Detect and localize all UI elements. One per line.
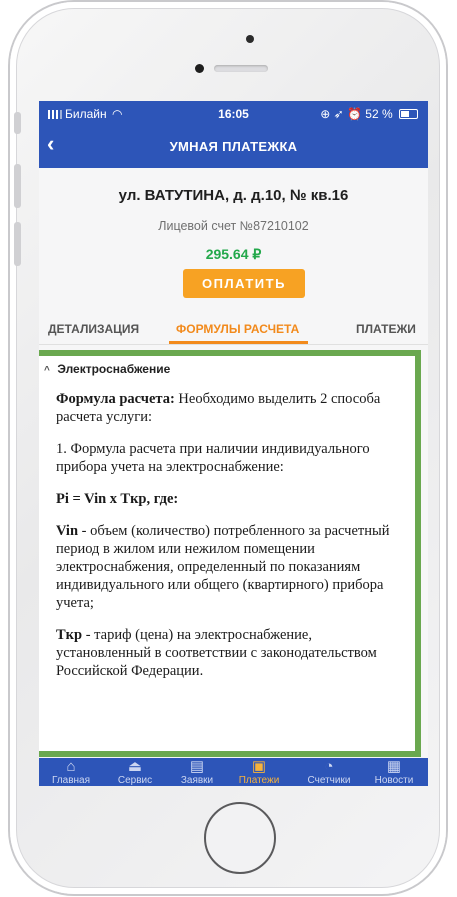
page-title: УМНАЯ ПЛАТЕЖКА bbox=[169, 139, 298, 154]
battery-percent: 52 % bbox=[365, 107, 393, 121]
home-button[interactable] bbox=[204, 802, 276, 874]
pay-button[interactable]: ОПЛАТИТЬ bbox=[183, 269, 305, 298]
formula-text: Формула расчета: Необходимо выделить 2 с… bbox=[56, 390, 406, 694]
alarm-icon: ⊕ ➶ ⏰ bbox=[320, 107, 362, 121]
vin-term: Vin bbox=[56, 523, 79, 539]
tkr-definition: - тариф (цена) на электроснабжение, уста… bbox=[56, 627, 377, 679]
tab-payments[interactable]: ПЛАТЕЖИ bbox=[356, 322, 416, 336]
app-screen: Билайн ◠ 16:05 ⊕ ➶ ⏰ 52 % ‹ УМНАЯ ПЛАТЕЖ… bbox=[39, 101, 428, 786]
tab-details[interactable]: ДЕТАЛИЗАЦИЯ bbox=[48, 322, 139, 336]
account-number: Лицевой счет №87210102 bbox=[158, 219, 309, 233]
paragraph-3: Pi = Vin x Tкр, где: bbox=[56, 490, 406, 508]
volume-up-button bbox=[14, 164, 21, 208]
tkr-term: Tкр bbox=[56, 627, 83, 643]
paragraph-4: Vin - объем (количество) потребленного з… bbox=[56, 522, 406, 612]
nav-news[interactable]: ▦ Новости bbox=[366, 758, 422, 786]
section-header[interactable]: ^ Электроснабжение bbox=[44, 362, 170, 376]
nav-home[interactable]: ⌂ Главная bbox=[43, 758, 99, 786]
vin-definition: - объем (количество) потребленного за ра… bbox=[56, 523, 390, 611]
active-tab-indicator bbox=[169, 341, 308, 344]
battery-icon bbox=[399, 109, 418, 119]
nav-meters-label: Счетчики bbox=[307, 775, 351, 786]
requests-icon: ▤ bbox=[189, 758, 205, 775]
tab-formulas[interactable]: ФОРМУЛЫ РАСЧЕТА bbox=[176, 322, 299, 336]
nav-requests[interactable]: ▤ Заявки bbox=[169, 758, 225, 786]
paragraph-5: Tкр - тариф (цена) на электроснабжение, … bbox=[56, 626, 406, 680]
nav-meters[interactable]: ◔ Счетчики bbox=[301, 758, 357, 786]
basket-icon: ⏏ bbox=[127, 758, 143, 775]
chevron-up-icon: ^ bbox=[44, 365, 50, 376]
amount-due: 295.64 ₽ bbox=[205, 246, 262, 262]
volume-down-button bbox=[14, 222, 21, 266]
bottom-navigation: ⌂ Главная ⏏ Сервис ▤ Заявки ▣ Платежи ◔ … bbox=[39, 758, 428, 786]
news-icon: ▦ bbox=[386, 758, 402, 775]
address: ул. ВАТУТИНА, д. д.10, № кв.16 bbox=[118, 187, 349, 204]
section-title: Электроснабжение bbox=[57, 362, 171, 376]
nav-news-label: Новости bbox=[374, 775, 414, 786]
nav-home-label: Главная bbox=[51, 775, 91, 786]
status-right: ⊕ ➶ ⏰ 52 % bbox=[320, 107, 418, 121]
nav-service-label: Сервис bbox=[117, 775, 153, 786]
top-bar: Билайн ◠ 16:05 ⊕ ➶ ⏰ 52 % ‹ УМНАЯ ПЛАТЕЖ… bbox=[39, 101, 428, 168]
nav-payments-label: Платежи bbox=[238, 775, 280, 786]
formula-content: ^ Электроснабжение Формула расчета: Необ… bbox=[39, 350, 421, 757]
formula-expression: Pi = Vin x Tкр, где: bbox=[56, 491, 179, 507]
paragraph-2: 1. Формула расчета при наличии индивидуа… bbox=[56, 441, 370, 475]
formula-label: Формула расчета: bbox=[56, 391, 175, 407]
sensor bbox=[195, 64, 204, 73]
status-bar: Билайн ◠ 16:05 ⊕ ➶ ⏰ 52 % bbox=[39, 101, 428, 125]
payments-icon: ▣ bbox=[251, 758, 267, 775]
home-icon: ⌂ bbox=[66, 758, 76, 775]
front-camera bbox=[246, 35, 254, 43]
meter-icon: ◔ bbox=[324, 758, 334, 775]
paragraph-1: Формула расчета: Необходимо выделить 2 с… bbox=[56, 390, 406, 426]
earpiece-speaker bbox=[214, 65, 268, 72]
mute-switch bbox=[14, 112, 21, 134]
nav-requests-label: Заявки bbox=[180, 775, 214, 786]
tab-bar: ДЕТАЛИЗАЦИЯ ФОРМУЛЫ РАСЧЕТА ПЛАТЕЖИ bbox=[39, 316, 428, 345]
nav-service[interactable]: ⏏ Сервис bbox=[107, 758, 163, 786]
nav-payments[interactable]: ▣ Платежи bbox=[231, 758, 287, 786]
